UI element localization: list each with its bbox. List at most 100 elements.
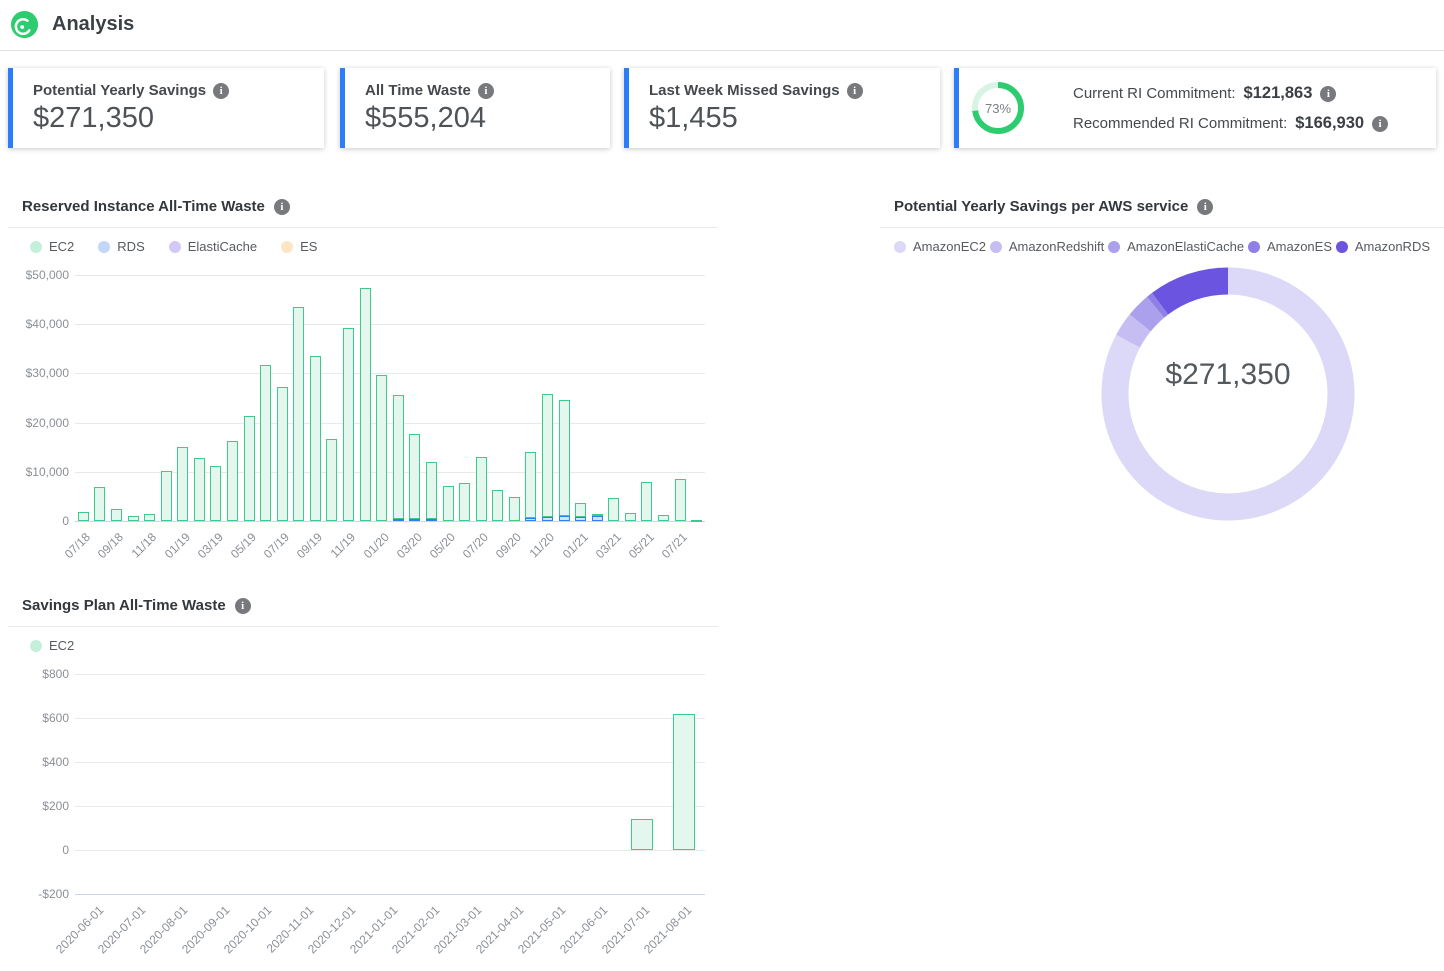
- donut-total-value: $271,350: [1088, 358, 1368, 392]
- legend-dot-icon: [990, 241, 1002, 253]
- info-icon[interactable]: i: [1320, 86, 1336, 102]
- legend-label: AmazonES: [1267, 239, 1332, 254]
- y-axis-label: $10,000: [9, 465, 69, 479]
- current-ri-commitment-row: Current RI Commitment: $121,863 i: [1073, 84, 1336, 103]
- bar-EC2-11/19: [343, 328, 354, 521]
- info-icon[interactable]: i: [478, 83, 494, 99]
- bar-EC2-04/19: [227, 441, 238, 521]
- bar-RDS-10/20: [525, 518, 536, 521]
- bar-EC2-03/20: [409, 434, 420, 519]
- gridline: [75, 850, 705, 851]
- bar-EC2-06/21: [658, 515, 669, 521]
- bar-EC2-08/19: [293, 307, 304, 521]
- bar-EC2-10/20: [525, 452, 536, 517]
- kpi-card-label: All Time Waste i: [365, 82, 494, 99]
- y-axis-label: $600: [9, 711, 69, 725]
- bar-RDS-03/20: [409, 519, 420, 521]
- kpi-card-potential-yearly-savings: Potential Yearly Savings i $271,350: [8, 68, 324, 148]
- y-axis-label: $20,000: [9, 416, 69, 430]
- bar-EC2-08/18: [94, 487, 105, 521]
- legend-label: AmazonElastiCache: [1127, 239, 1244, 254]
- info-icon[interactable]: i: [213, 83, 229, 99]
- kpi-card-value: $271,350: [33, 102, 154, 135]
- info-icon[interactable]: i: [847, 83, 863, 99]
- bar-EC2-06/20: [459, 483, 470, 521]
- y-axis-label: -$200: [9, 887, 69, 901]
- bar-EC2-09/20: [509, 497, 520, 521]
- y-axis-label: $30,000: [9, 366, 69, 380]
- legend-item-AmazonES[interactable]: AmazonES: [1248, 239, 1332, 254]
- bar-EC2-02/19: [194, 458, 205, 521]
- legend-label: AmazonRedshift: [1009, 239, 1104, 254]
- kpi-card-label-text: All Time Waste: [365, 82, 471, 99]
- gridline: [75, 275, 705, 276]
- recommended-ri-commitment-row: Recommended RI Commitment: $166,930 i: [1073, 114, 1388, 133]
- kpi-card-value: $1,455: [649, 102, 738, 135]
- legend-item-AmazonEC2[interactable]: AmazonEC2: [894, 239, 986, 254]
- legend-item-AmazonRDS[interactable]: AmazonRDS: [1336, 239, 1430, 254]
- y-axis-label: 0: [9, 843, 69, 857]
- legend-label: AmazonRDS: [1355, 239, 1430, 254]
- y-axis-label: $200: [9, 799, 69, 813]
- legend-item-AmazonElastiCache[interactable]: AmazonElastiCache: [1108, 239, 1244, 254]
- legend-dot-icon: [894, 241, 906, 253]
- bar-EC2-2021-08-01: [673, 714, 695, 850]
- gridline: [75, 762, 705, 763]
- savings-per-service-chart: Potential Yearly Savings per AWS service…: [880, 196, 1444, 596]
- app-header: Analysis: [0, 0, 1444, 51]
- bar-EC2-07/19: [277, 387, 288, 521]
- gridline: [75, 521, 705, 522]
- ri-commitment-progress-ring: 73%: [971, 81, 1025, 135]
- gridline: [75, 423, 705, 424]
- bar-EC2-01/20: [376, 375, 387, 521]
- bar-EC2-05/19: [244, 416, 255, 521]
- bar-EC2-09/18: [111, 509, 122, 521]
- current-ri-commitment-label: Current RI Commitment:: [1073, 85, 1236, 102]
- bar-EC2-07/21: [675, 479, 686, 521]
- bar-EC2-06/19: [260, 365, 271, 521]
- legend-label: AmazonEC2: [913, 239, 986, 254]
- legend-dot-icon: [1248, 241, 1260, 253]
- info-icon[interactable]: i: [1372, 116, 1388, 132]
- bar-EC2-10/19: [326, 439, 337, 521]
- y-axis-label: $40,000: [9, 317, 69, 331]
- reserved-instance-waste-chart: Reserved Instance All-Time Waste i EC2RD…: [8, 196, 718, 596]
- gridline: [75, 806, 705, 807]
- bar-EC2-09/19: [310, 356, 321, 521]
- recommended-ri-commitment-value: $166,930: [1295, 114, 1364, 133]
- bar-EC2-08/20: [492, 490, 503, 521]
- kpi-card-label-text: Last Week Missed Savings: [649, 82, 840, 99]
- bar-EC2-01/21: [575, 503, 586, 516]
- kpi-card-label: Last Week Missed Savings i: [649, 82, 863, 99]
- y-axis-label: 0: [9, 514, 69, 528]
- bar-EC2-07/18: [78, 512, 89, 521]
- y-axis-label: $50,000: [9, 268, 69, 282]
- bar-EC2-03/21: [608, 498, 619, 521]
- ri-commitment-card: 73% Current RI Commitment: $121,863 i Re…: [954, 68, 1436, 148]
- current-ri-commitment-value: $121,863: [1244, 84, 1313, 103]
- bar-RDS-12/20: [559, 516, 570, 521]
- bar-EC2-10/18: [128, 516, 139, 521]
- bar-EC2-12/18: [161, 471, 172, 521]
- kpi-card-last-week-missed-savings: Last Week Missed Savings i $1,455: [624, 68, 940, 148]
- legend-dot-icon: [1108, 241, 1120, 253]
- chart-legend: AmazonEC2 AmazonRedshift AmazonElastiCache…: [880, 239, 1444, 254]
- y-axis-label: $400: [9, 755, 69, 769]
- gridline: [75, 894, 705, 895]
- info-icon[interactable]: i: [1197, 199, 1213, 215]
- bar-EC2-11/20: [542, 394, 553, 517]
- savings-plan-waste-chart: Savings Plan All-Time Waste i EC2 $800$6…: [8, 595, 718, 971]
- chart-title: Potential Yearly Savings per AWS service: [894, 198, 1188, 215]
- gridline: [75, 718, 705, 719]
- kpi-card-label-text: Potential Yearly Savings: [33, 82, 206, 99]
- kpi-card-value: $555,204: [365, 102, 486, 135]
- bar-EC2-01/19: [177, 447, 188, 521]
- kpi-card-label: Potential Yearly Savings i: [33, 82, 229, 99]
- y-axis-label: $800: [9, 667, 69, 681]
- legend-item-AmazonRedshift[interactable]: AmazonRedshift: [990, 239, 1104, 254]
- bar-RDS-02/20: [393, 519, 404, 521]
- bar-EC2-12/20: [559, 400, 570, 516]
- chart-plot-area: $50,000$40,000$30,000$20,000$10,000007/1…: [8, 196, 718, 596]
- ri-commitment-percent: 73%: [971, 81, 1025, 135]
- bar-EC2-11/18: [144, 514, 155, 521]
